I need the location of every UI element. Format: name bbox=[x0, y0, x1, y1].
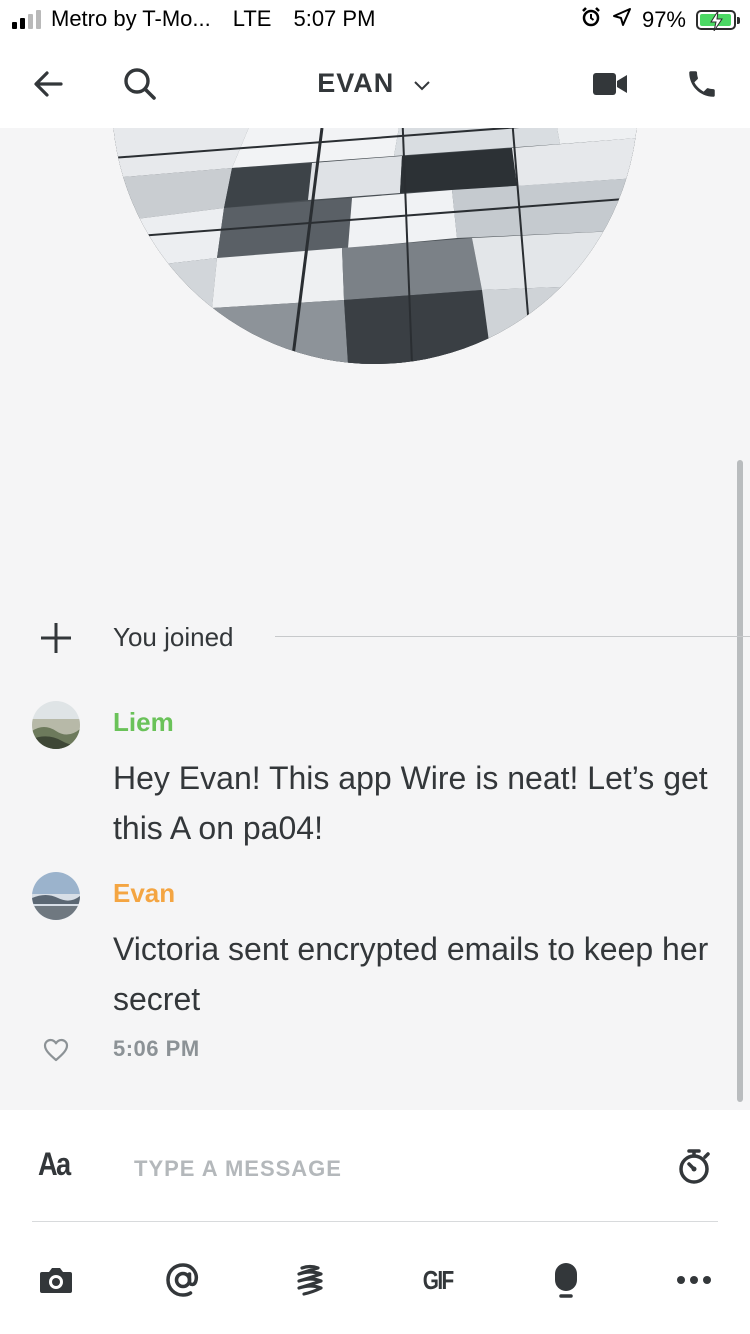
message-list[interactable]: You joined Liem Hey Evan! This app Wire … bbox=[0, 128, 750, 1110]
message-composer: Aa GIF bbox=[0, 1110, 750, 1334]
system-message: You joined bbox=[0, 618, 750, 658]
camera-icon bbox=[40, 1268, 72, 1293]
sender-name[interactable]: Evan bbox=[113, 878, 175, 909]
message-text: Hey Evan! This app Wire is neat! Let’s g… bbox=[113, 760, 708, 846]
status-left: Metro by T-Mo... LTE 5:07 PM bbox=[12, 6, 375, 32]
text-format-button[interactable]: Aa bbox=[38, 1146, 71, 1183]
video-call-icon bbox=[593, 73, 627, 95]
more-button[interactable] bbox=[670, 1256, 718, 1304]
location-icon bbox=[612, 7, 632, 33]
plus-icon bbox=[41, 623, 71, 653]
avatar[interactable] bbox=[32, 872, 80, 920]
mention-button[interactable] bbox=[159, 1256, 207, 1304]
message-timestamp: 5:06 PM bbox=[113, 1036, 200, 1061]
more-icon bbox=[677, 1276, 711, 1284]
status-right: 97% bbox=[580, 6, 740, 34]
video-call-button[interactable] bbox=[588, 62, 632, 106]
mention-icon bbox=[166, 1263, 198, 1297]
conversation-name: EVAN bbox=[317, 68, 395, 98]
network-type: LTE bbox=[232, 6, 272, 31]
message-text: Victoria sent encrypted emails to keep h… bbox=[113, 931, 709, 1017]
conversation-header: EVAN bbox=[0, 40, 750, 128]
message-input[interactable] bbox=[132, 1148, 656, 1190]
microphone-button[interactable] bbox=[542, 1256, 590, 1304]
avatar[interactable] bbox=[32, 701, 80, 749]
microphone-icon bbox=[555, 1263, 577, 1298]
composer-divider bbox=[32, 1221, 718, 1222]
sketch-icon bbox=[297, 1264, 323, 1296]
gif-icon: GIF bbox=[423, 1264, 454, 1295]
input-toolbar: GIF bbox=[0, 1250, 750, 1306]
carrier-name: Metro by T-Mo... bbox=[51, 6, 211, 31]
status-time: 5:07 PM bbox=[293, 6, 376, 31]
conversation-cover-image bbox=[112, 128, 638, 364]
sketch-button[interactable] bbox=[286, 1256, 334, 1304]
system-message-text: You joined bbox=[113, 622, 234, 652]
alarm-icon bbox=[580, 6, 602, 34]
heart-icon[interactable] bbox=[43, 1038, 69, 1062]
battery-percent: 97% bbox=[641, 7, 686, 32]
scrollbar[interactable] bbox=[737, 460, 743, 1102]
sender-name[interactable]: Liem bbox=[113, 707, 174, 738]
phone-icon bbox=[689, 71, 715, 97]
gif-button[interactable]: GIF bbox=[414, 1256, 462, 1304]
audio-call-button[interactable] bbox=[680, 62, 724, 106]
signal-icon bbox=[12, 9, 41, 29]
timer-icon[interactable] bbox=[676, 1146, 712, 1186]
status-bar: Metro by T-Mo... LTE 5:07 PM 97% bbox=[0, 0, 750, 40]
camera-button[interactable] bbox=[32, 1256, 80, 1304]
divider bbox=[275, 636, 750, 637]
battery-charging-icon bbox=[696, 10, 740, 31]
chevron-down-icon bbox=[414, 81, 430, 91]
conversation-title[interactable]: EVAN bbox=[0, 68, 750, 99]
